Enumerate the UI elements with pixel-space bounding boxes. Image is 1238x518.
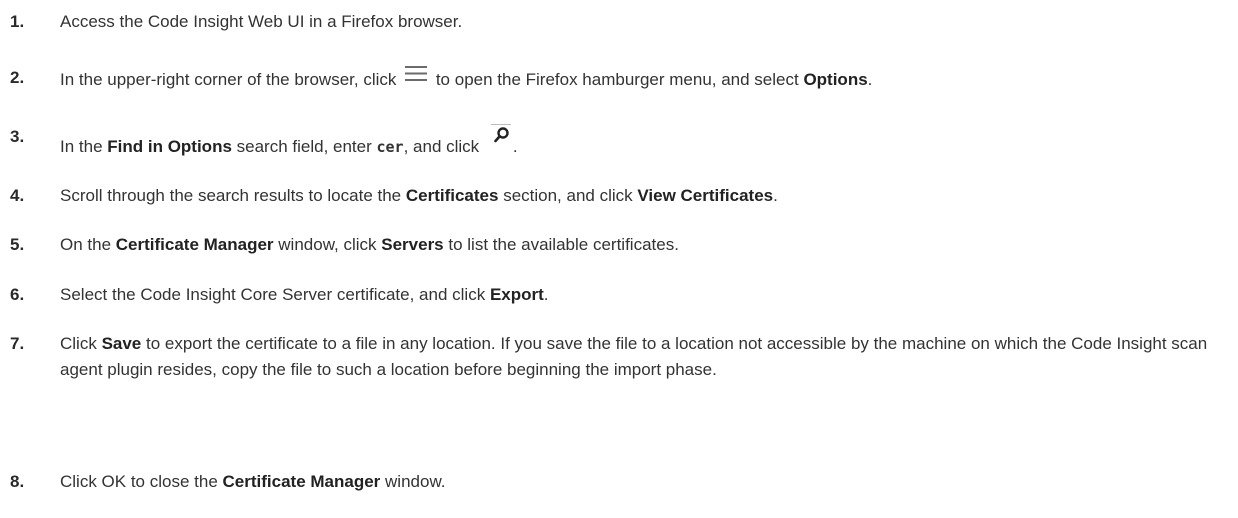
ui-term: Certificate Manager xyxy=(222,472,381,491)
step-number: 8. xyxy=(10,472,25,491)
hamburger-menu-icon xyxy=(405,66,428,81)
step-number: 2. xyxy=(10,68,25,87)
ui-term: View Certificates xyxy=(637,186,774,205)
step-number: 7. xyxy=(10,334,25,353)
step-text-segment: search field, enter xyxy=(231,137,377,156)
step-text: In the upper-right corner of the browser… xyxy=(60,65,1228,93)
search-icon xyxy=(490,124,511,143)
step-text-segment: to export the certificate to a file in a… xyxy=(60,334,1208,379)
step-text-segment: Scroll through the search results to loc… xyxy=(60,186,406,205)
input-value: cer xyxy=(376,138,404,156)
step-text: Click OK to close the Certificate Manage… xyxy=(60,469,1228,495)
ui-term: Servers xyxy=(381,235,444,254)
step-text-segment: Select the Code Insight Core Server cert… xyxy=(60,285,490,304)
step-text-segment: . xyxy=(773,186,778,205)
step-number: 5. xyxy=(10,235,25,254)
step-text-segment: window, click xyxy=(273,235,382,254)
step-text: Select the Code Insight Core Server cert… xyxy=(60,282,1228,308)
step-text: In the Find in Options search field, ent… xyxy=(60,124,1228,160)
step-text-segment: window. xyxy=(380,472,446,491)
instruction-steps: 1. Access the Code Insight Web UI in a F… xyxy=(0,0,1238,518)
step-text-segment: , and click xyxy=(403,137,484,156)
step-text-segment: to open the Firefox hamburger menu, and … xyxy=(431,70,804,89)
step-text-segment: to list the available certificates. xyxy=(443,235,679,254)
step-text-segment: In the xyxy=(60,137,108,156)
ui-term: Certificate Manager xyxy=(115,235,274,254)
step-number: 3. xyxy=(10,127,25,146)
step-text-segment: Click xyxy=(60,334,102,353)
step-text: Scroll through the search results to loc… xyxy=(60,183,1228,209)
step-text-segment: In the upper-right corner of the browser… xyxy=(60,70,402,89)
step-text-segment: On the xyxy=(60,235,116,254)
step-text: Access the Code Insight Web UI in a Fire… xyxy=(60,9,1228,35)
step-number: 6. xyxy=(10,285,25,304)
step-text-segment: . xyxy=(543,285,549,304)
ui-term: Save xyxy=(101,334,142,353)
ui-term: Certificates xyxy=(405,186,499,205)
step-number: 4. xyxy=(10,186,25,205)
ui-term: Export xyxy=(489,285,544,304)
step-text-segment: . xyxy=(867,70,873,89)
step-text-segment: Access the Code Insight Web UI in a Fire… xyxy=(60,12,463,31)
step-text: Click Save to export the certificate to … xyxy=(60,331,1220,383)
ui-term: Options xyxy=(803,70,868,89)
step-text-segment: Click OK to close the xyxy=(60,472,223,491)
ui-term: Find in Options xyxy=(107,137,232,156)
step-text-segment: section, and click xyxy=(498,186,638,205)
step-number: 1. xyxy=(10,12,25,31)
step-text: On the Certificate Manager window, click… xyxy=(60,232,1228,258)
step-text-segment: . xyxy=(512,137,518,156)
